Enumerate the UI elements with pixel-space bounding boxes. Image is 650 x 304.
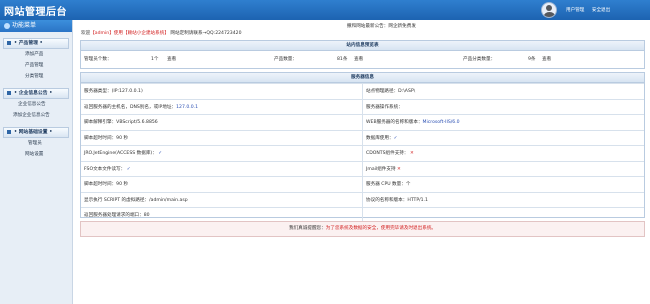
sidebar-item-category-manage[interactable]: 分类管理	[0, 71, 72, 82]
table-row: 返回服务器的主机名，DNS别名，或IP地址：127.0.0.1 服务器操作系统：	[81, 98, 644, 115]
cross-icon: ✕	[397, 166, 401, 172]
sidebar-group-title[interactable]: • 产品管理 •	[3, 38, 69, 49]
collapse-icon	[7, 129, 11, 134]
check-icon: ✓	[393, 135, 398, 141]
sidebar-group-title[interactable]: • 企业信息公告 •	[3, 88, 69, 99]
sidebar-item-admins[interactable]: 管理员	[0, 138, 72, 149]
sidebar-header: 功能菜单	[0, 20, 72, 32]
logout-link[interactable]: 安全退出	[592, 8, 610, 13]
reminder-text: 为了您系统及数据的安全，使用完毕请及时退出系统。	[325, 226, 437, 231]
server-info-panel: 服务器信息 服务器类型：(IP:127.0.0.1) 站点物理路径：D:\ASP…	[80, 72, 645, 223]
welcome-user: 【admin】	[90, 31, 114, 36]
latest-notice: 撒和网站最新公告：网企新免费发	[347, 24, 416, 29]
product-view-link[interactable]: 查看	[354, 56, 363, 62]
collapse-icon	[7, 90, 11, 95]
sidebar-item-site-settings[interactable]: 网站设置	[0, 149, 72, 160]
collapse-icon	[7, 40, 11, 45]
category-view-link[interactable]: 查看	[542, 56, 551, 62]
main-content: 撒和网站最新公告：网企新免费发 欢迎【admin】使用【赖站小企建站系统】 网站…	[76, 20, 650, 304]
user-avatar-icon[interactable]	[541, 2, 557, 18]
overview-stats: 管理员个数： 1个 查看 产品数量： 81条 查看 产品分类数量： 9条 查看	[81, 51, 644, 67]
admin-view-link[interactable]: 查看	[167, 56, 176, 62]
category-count: 9条	[528, 57, 536, 62]
top-links: 用户管理 安全退出	[566, 7, 616, 13]
table-row: 脚本超时时间：90 秒 服务器 CPU 数量：个	[81, 176, 644, 192]
product-count: 81条	[337, 57, 348, 62]
sidebar-item-announcements[interactable]: 企业信息公告	[0, 99, 72, 110]
table-row: 脚本超时时间：90 秒 数据库使用：✓	[81, 129, 644, 146]
sidebar-item-product-manage[interactable]: 产品管理	[0, 60, 72, 71]
sidebar: 功能菜单 • 产品管理 • 添加产品 产品管理 分类管理 • 企业信息公告 • …	[0, 20, 73, 304]
admin-count-label: 管理员个数：	[84, 57, 112, 62]
top-header: 网站管理后台 用户管理 安全退出	[0, 0, 650, 20]
table-row: JRO.JetEngine(ACCESS 数据库)： ✓ CDONTS组件支持：…	[81, 145, 644, 161]
server-info-table: 服务器类型：(IP:127.0.0.1) 站点物理路径：D:\ASP\ 返回服务…	[81, 83, 644, 223]
server-info-title: 服务器信息	[81, 73, 644, 83]
site-brand: 网站管理后台	[4, 7, 67, 18]
category-count-label: 产品分类数量：	[463, 57, 496, 62]
sidebar-group-title[interactable]: • 网站基础设置 •	[3, 127, 69, 138]
product-count-label: 产品数量：	[274, 57, 297, 62]
cross-icon: ✕	[409, 151, 414, 157]
check-icon: ✓	[126, 166, 131, 172]
main-top: 撒和网站最新公告：网企新免费发 欢迎【admin】使用【赖站小企建站系统】 网站…	[76, 20, 650, 40]
table-row: 脚本解释引擎：VBScript/5.6.8856 WEB服务器的名称和版本：Mi…	[81, 114, 644, 130]
overview-title: 站内信息预览表	[81, 41, 644, 51]
welcome-system: 使用【赖站小企建站系统】	[113, 31, 169, 36]
sidebar-group-announcements: • 企业信息公告 • 企业信息公告 添加企业信息公告	[0, 88, 72, 121]
sidebar-item-add-announcement[interactable]: 添加企业信息公告	[0, 110, 72, 121]
table-row: 显示执行 SCRIPT 的虚拟路径：/admin/main.asp 协议的名称和…	[81, 191, 644, 208]
sidebar-group-settings: • 网站基础设置 • 管理员 网站设置	[0, 127, 72, 160]
user-manage-link[interactable]: 用户管理	[566, 8, 584, 13]
menu-icon	[4, 22, 10, 29]
table-row: 服务器类型：(IP:127.0.0.1) 站点物理路径：D:\ASP\	[81, 83, 644, 99]
sidebar-group-products: • 产品管理 • 添加产品 产品管理 分类管理	[0, 38, 72, 82]
admin-count: 1个	[151, 57, 159, 62]
reminder-prefix: 我们真诚提醒您：	[288, 226, 326, 231]
check-icon: ✓	[158, 151, 163, 157]
sidebar-item-add-product[interactable]: 添加产品	[0, 49, 72, 60]
table-row: FSO文本文件读写： ✓ Jmail组件支持 ✕	[81, 160, 644, 177]
overview-panel: 站内信息预览表 管理员个数： 1个 查看 产品数量： 81条 查看 产品分类数量…	[80, 40, 645, 69]
security-reminder: 我们真诚提醒您：为了您系统及数据的安全，使用完毕请及时退出系统。	[80, 221, 645, 237]
welcome-line: 欢迎【admin】使用【赖站小企建站系统】 网站定制请联系→QQ:2247234…	[81, 31, 242, 36]
sidebar-title: 功能菜单	[12, 22, 37, 29]
